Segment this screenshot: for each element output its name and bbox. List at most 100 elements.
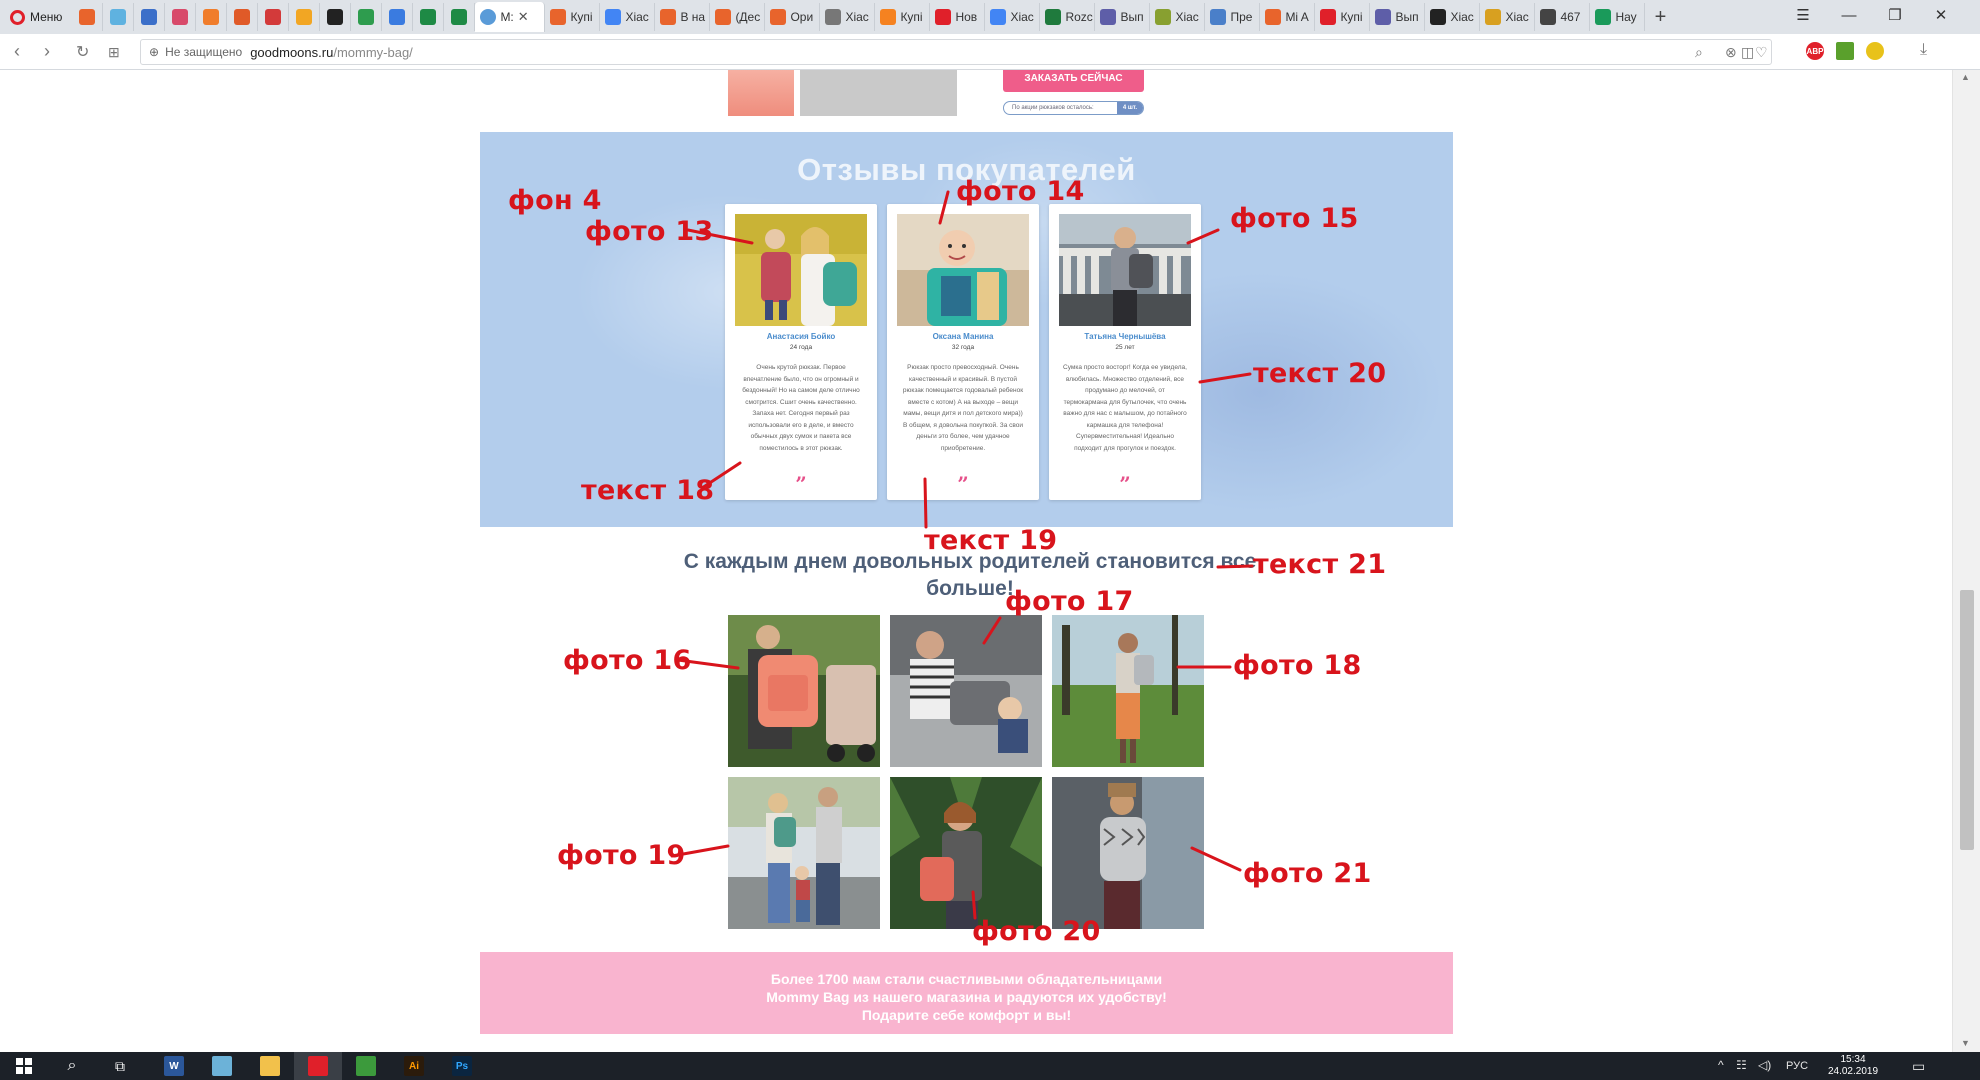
tab-favicon-icon — [1045, 9, 1062, 25]
tab[interactable]: Нов — [930, 3, 986, 31]
tab[interactable]: Купі — [1315, 3, 1371, 31]
gallery-photo-woman-red-bag[interactable] — [890, 777, 1042, 929]
tab[interactable]: Xiac — [1425, 3, 1481, 31]
review-photo-mother-child[interactable] — [735, 214, 867, 326]
volume-icon[interactable]: ◁) — [1758, 1058, 1771, 1072]
language-indicator[interactable]: РУС — [1786, 1060, 1808, 1072]
tab-label: Xiac — [1505, 10, 1529, 24]
tab[interactable]: Купі — [545, 3, 601, 31]
tab[interactable]: Ори — [765, 3, 821, 31]
tab-label: Xiac — [1450, 10, 1474, 24]
opera-menu-button[interactable]: Меню — [6, 3, 72, 31]
clock[interactable]: 15:34 24.02.2019 — [1822, 1054, 1884, 1078]
annotation-text21: текст 21 — [1253, 549, 1387, 580]
feature-extension-icon[interactable] — [1866, 42, 1884, 60]
tab[interactable]: Xiac — [600, 3, 656, 31]
minimize-button[interactable]: — — [1826, 0, 1872, 30]
reload-icon[interactable]: ↻ — [76, 42, 89, 62]
tab[interactable]: (Дес — [710, 3, 766, 31]
taskbar-app[interactable] — [294, 1052, 342, 1080]
globe-icon: ⊕ — [149, 45, 160, 59]
tab-active[interactable]: M: ✕ — [475, 2, 546, 32]
taskbar-app[interactable] — [342, 1052, 390, 1080]
tab-label: Купі — [570, 10, 593, 24]
tab[interactable]: Xiac — [820, 3, 876, 31]
tab-close-icon[interactable]: ✕ — [518, 9, 529, 25]
promo-banner-text: Более 1700 мам стали счастливыми обладат… — [480, 970, 1453, 1024]
taskbar-app[interactable] — [198, 1052, 246, 1080]
adblock-extension-icon[interactable]: ABP — [1806, 42, 1824, 60]
adblock-off-icon[interactable]: ⊗ — [1725, 44, 1737, 61]
bookmark-heart-icon[interactable]: ♡ — [1755, 44, 1768, 61]
snapshot-icon[interactable]: ◫ — [1741, 44, 1754, 61]
tab[interactable]: Xiac — [1480, 3, 1536, 31]
url-field[interactable]: ⊕ Не защищено goodmoons.ru /mommy-bag/ ⌕… — [140, 39, 1772, 65]
tab[interactable]: Пре — [1205, 3, 1261, 31]
order-now-button[interactable]: ЗАКАЗАТЬ СЕЙЧАС — [1003, 70, 1144, 92]
download-extension-icon[interactable] — [1836, 42, 1854, 60]
gallery-photo-pink-bag-stroller[interactable] — [728, 615, 880, 767]
tray-chevron-icon[interactable]: ^ — [1718, 1058, 1724, 1072]
tab[interactable]: Нау — [1590, 3, 1646, 31]
taskbar-app[interactable]: Ps — [438, 1052, 486, 1080]
tab-pinned[interactable] — [258, 3, 290, 31]
tab-pinned[interactable] — [134, 3, 166, 31]
tab[interactable]: Купі — [875, 3, 931, 31]
product-thumbnail-pink-bag[interactable] — [728, 70, 794, 116]
tab-favicon-icon — [420, 9, 437, 25]
review-photo-baby-in-bag[interactable] — [897, 214, 1029, 326]
tab[interactable]: Mi A — [1260, 3, 1316, 31]
taskbar-app[interactable]: W — [150, 1052, 198, 1080]
tab-pinned[interactable] — [103, 3, 135, 31]
annotation-photo20: фото 20 — [972, 916, 1101, 947]
start-button[interactable] — [0, 1052, 48, 1080]
tab-menu-icon[interactable]: ☰ — [1780, 0, 1826, 30]
back-icon[interactable]: ‹ — [14, 41, 20, 62]
gallery-photo-family-walking[interactable] — [728, 777, 880, 929]
downloads-icon[interactable]: ⤓ — [1920, 41, 1927, 59]
tab-pinned[interactable] — [72, 3, 104, 31]
tab-pinned[interactable] — [289, 3, 321, 31]
quote-mark-icon: ” — [795, 472, 807, 496]
tab[interactable]: Вып — [1370, 3, 1426, 31]
search-icon[interactable]: ⌕ — [48, 1052, 96, 1080]
review-photo-woman-balustrade[interactable] — [1059, 214, 1191, 326]
scroll-down-icon[interactable]: ▼ — [1961, 1038, 1970, 1048]
security-indicator[interactable]: ⊕ Не защищено — [149, 45, 242, 59]
gallery-photo-woman-backpack-back[interactable] — [1052, 777, 1204, 929]
tab-pinned[interactable] — [320, 3, 352, 31]
quote-mark-icon: ” — [1119, 472, 1131, 496]
network-icon[interactable]: ☷ — [1736, 1058, 1747, 1072]
tab-pinned[interactable] — [413, 3, 445, 31]
taskbar-app[interactable]: Ai — [390, 1052, 438, 1080]
tab-pinned[interactable] — [227, 3, 259, 31]
gallery-photo-mother-baby-gray-bag[interactable] — [890, 615, 1042, 767]
annotation-photo14: фото 14 — [956, 176, 1085, 207]
page-scrollbar[interactable]: ▲ ▼ — [1952, 70, 1980, 1052]
page-viewport[interactable]: ЗАКАЗАТЬ СЕЙЧАС По акции рюкзаков остало… — [0, 70, 1952, 1052]
tab[interactable]: Xiac — [985, 3, 1041, 31]
close-window-button[interactable]: ✕ — [1918, 0, 1964, 30]
notifications-icon[interactable]: ▭ — [1912, 1058, 1925, 1075]
tab-pinned[interactable] — [382, 3, 414, 31]
forward-icon[interactable]: › — [44, 41, 50, 62]
tab[interactable]: В на — [655, 3, 711, 31]
gallery-photo-woman-park[interactable] — [1052, 615, 1204, 767]
tab[interactable]: Xiac — [1150, 3, 1206, 31]
tab[interactable]: Rozc — [1040, 3, 1096, 31]
scroll-up-icon[interactable]: ▲ — [1961, 72, 1970, 82]
search-icon[interactable]: ⌕ — [1695, 44, 1703, 61]
restore-button[interactable]: ❐ — [1872, 0, 1918, 30]
tab-pinned[interactable] — [165, 3, 197, 31]
new-tab-button[interactable]: + — [1645, 6, 1675, 29]
tab-pinned[interactable] — [444, 3, 476, 31]
tab-pinned[interactable] — [351, 3, 383, 31]
taskbar-app[interactable] — [246, 1052, 294, 1080]
product-thumbnail-gray[interactable] — [800, 70, 957, 116]
task-view-icon[interactable]: ⧉ — [96, 1052, 144, 1080]
scrollbar-thumb[interactable] — [1960, 590, 1974, 850]
tab[interactable]: Вып — [1095, 3, 1151, 31]
tab-pinned[interactable] — [196, 3, 228, 31]
speed-dial-icon[interactable]: ⊞ — [108, 44, 120, 61]
tab[interactable]: 467 — [1535, 3, 1591, 31]
